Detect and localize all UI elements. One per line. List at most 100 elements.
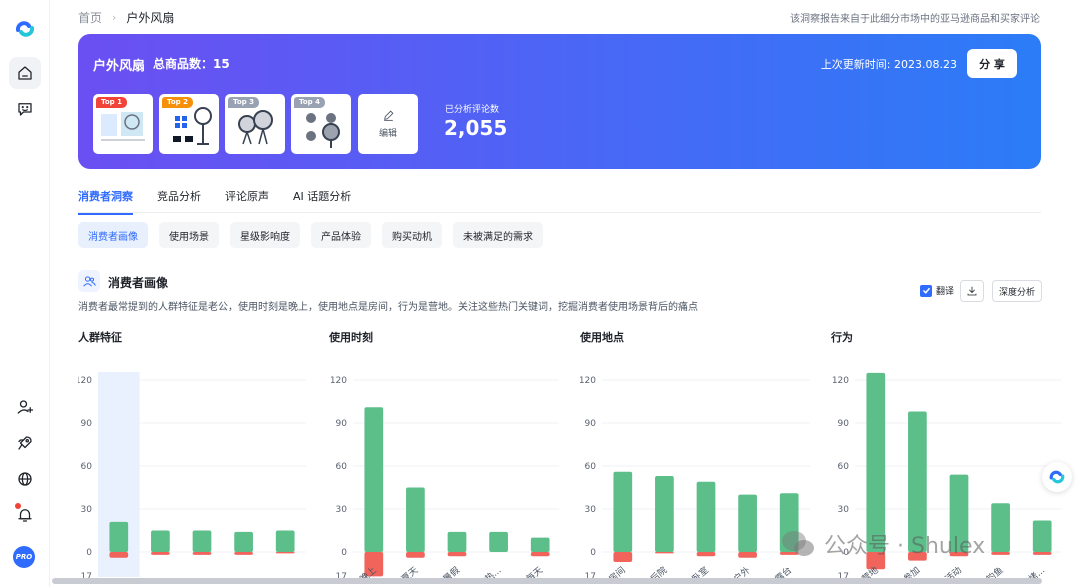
y-tick-label: 60 (838, 462, 850, 472)
product-thumbnail-2[interactable]: Top 2 (159, 94, 219, 154)
y-tick-label: 30 (838, 505, 850, 515)
negative-bar[interactable] (406, 552, 425, 558)
breadcrumb-home[interactable]: 首页 (78, 9, 102, 26)
negative-bar[interactable] (109, 552, 129, 558)
tabs-divider (78, 212, 1041, 213)
subtab-consumer-profile[interactable]: 消费者画像 (78, 222, 148, 248)
translate-label: 翻译 (936, 287, 955, 297)
subtab-unmet-needs[interactable]: 未被满足的需求 (453, 222, 543, 248)
positive-bar[interactable] (738, 494, 757, 552)
product-thumbnail-1[interactable]: Top 1 (93, 94, 153, 154)
positive-bar[interactable] (151, 530, 170, 553)
floating-assistant-button[interactable] (1042, 462, 1072, 492)
negative-bar[interactable] (151, 552, 170, 555)
reviews-count: 2,055 (444, 116, 508, 140)
breadcrumb-current: 户外风扇 (126, 11, 175, 25)
y-tick-label: 0 (86, 548, 92, 558)
y-tick-label: 90 (838, 419, 850, 429)
product-thumbnail-3[interactable]: Top 3 (225, 94, 285, 154)
negative-bar[interactable] (696, 552, 716, 557)
breadcrumb: 首页 › 户外风扇 (78, 9, 174, 26)
chart-title-behavior: 行为 (831, 331, 853, 344)
globe-icon[interactable] (9, 463, 41, 495)
negative-bar[interactable] (530, 552, 550, 557)
notification-dot (15, 503, 21, 509)
app-logo-icon[interactable] (13, 18, 37, 40)
crowd-feature-chart: 120906030017 (78, 372, 306, 580)
tab-review-voice[interactable]: 评论原声 (225, 188, 269, 215)
tab-consumer-insight[interactable]: 消费者洞察 (78, 188, 133, 215)
edit-label: 编辑 (378, 129, 397, 139)
positive-bar[interactable] (696, 481, 716, 552)
y-tick-label: 0 (590, 548, 596, 558)
section-title: 消费者画像 (108, 276, 169, 290)
negative-bar[interactable] (234, 552, 253, 555)
y-tick-label: 120 (78, 376, 92, 386)
positive-bar[interactable] (655, 476, 674, 552)
negative-bar[interactable] (192, 552, 212, 555)
positive-bar[interactable] (275, 530, 295, 553)
source-note: 该洞察报告来自于此细分市场中的亚马逊商品和买家评论 (790, 14, 1040, 25)
positive-bar[interactable] (364, 407, 384, 552)
negative-bar[interactable] (1032, 552, 1052, 555)
positive-bar[interactable] (1032, 520, 1052, 552)
y-tick-label: 60 (585, 462, 597, 472)
horizontal-scrollbar[interactable] (52, 578, 1042, 584)
negative-bar[interactable] (655, 552, 674, 554)
add-user-icon[interactable] (9, 391, 41, 423)
edit-products-button[interactable]: 编辑 (358, 94, 418, 154)
usage-time-chart: 120906030017 晚上 夏天 暑假 炎热... 每天 (330, 376, 559, 580)
home-icon[interactable] (9, 57, 41, 89)
last-updated: 上次更新时间: 2023.08.23 (820, 58, 957, 71)
product-thumbnail-4[interactable]: Top 4 (291, 94, 351, 154)
subtab-usage-scenario[interactable]: 使用场景 (159, 222, 219, 248)
negative-bar[interactable] (991, 552, 1010, 555)
y-tick-label: 30 (336, 505, 348, 515)
download-button[interactable] (960, 280, 984, 302)
reviews-label: 已分析评论数 (445, 105, 500, 115)
positive-bar[interactable] (406, 487, 425, 553)
sub-tabs: 消费者画像 使用场景 星级影响度 产品体验 购买动机 未被满足的需求 (78, 222, 543, 248)
download-icon (967, 286, 977, 296)
subtab-product-experience[interactable]: 产品体验 (311, 222, 371, 248)
positive-bar[interactable] (530, 537, 550, 552)
tab-ai-topic-analysis[interactable]: AI 话题分析 (293, 188, 351, 215)
bell-icon[interactable] (9, 499, 41, 531)
top-3-tag: Top 3 (228, 97, 259, 108)
y-tick-label: 30 (585, 505, 597, 515)
pro-badge[interactable]: PRO (13, 546, 35, 568)
translate-toggle[interactable]: 翻译 (920, 284, 954, 297)
positive-bar[interactable] (109, 521, 129, 552)
subtab-star-impact[interactable]: 星级影响度 (230, 222, 300, 248)
wechat-icon (782, 531, 814, 556)
users-icon (78, 270, 100, 292)
positive-bar[interactable] (613, 471, 633, 552)
rocket-icon[interactable] (9, 427, 41, 459)
deep-analysis-button[interactable]: 深度分析 (992, 280, 1043, 302)
positive-bar[interactable] (234, 531, 253, 552)
positive-bar[interactable] (866, 372, 886, 552)
y-tick-label: 120 (580, 376, 596, 386)
chart-title-time: 使用时刻 (329, 331, 373, 344)
subtab-purchase-motivation[interactable]: 购买动机 (382, 222, 442, 248)
negative-bar[interactable] (447, 552, 467, 557)
check-icon (922, 287, 930, 294)
main-tabs: 消费者洞察 竞品分析 评论原声 AI 话题分析 (78, 188, 351, 215)
chat-bot-icon[interactable] (9, 93, 41, 125)
positive-bar[interactable] (991, 503, 1010, 552)
negative-bar[interactable] (613, 552, 633, 563)
chart-title-place: 使用地点 (580, 331, 624, 344)
share-button[interactable]: 分 享 (967, 49, 1017, 78)
positive-bar[interactable] (447, 531, 467, 552)
positive-bar[interactable] (489, 531, 508, 552)
tab-competitor-analysis[interactable]: 竞品分析 (157, 188, 201, 215)
top-1-tag: Top 1 (96, 97, 127, 108)
pencil-icon (383, 110, 393, 121)
assistant-logo-icon (1049, 470, 1065, 484)
translate-checkbox[interactable] (920, 284, 932, 297)
negative-bar[interactable] (738, 552, 757, 558)
negative-bar[interactable] (275, 552, 295, 554)
y-tick-label: 0 (341, 548, 347, 558)
y-tick-label: 90 (81, 419, 93, 429)
positive-bar[interactable] (192, 530, 212, 553)
